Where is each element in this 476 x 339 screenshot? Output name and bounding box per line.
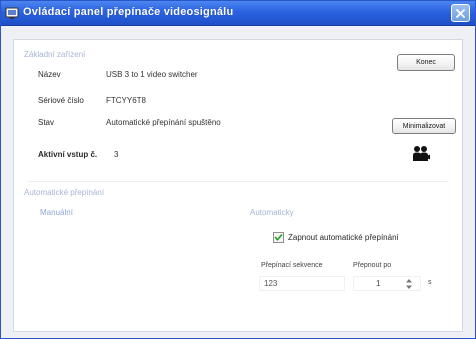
status-label: Stav <box>38 118 55 127</box>
interval-value: 1 <box>376 279 381 288</box>
sequence-label: Přepínací sekvence <box>261 262 323 269</box>
interval-stepper[interactable]: 1 <box>353 276 421 291</box>
spin-arrows-icon[interactable] <box>405 278 413 290</box>
auto-switch-checkbox[interactable] <box>273 232 284 243</box>
interval-label: Přepnout po <box>353 262 392 269</box>
switching-section-title: Automatické přepínání <box>24 188 105 197</box>
help-icon <box>456 8 465 18</box>
title-bar[interactable]: Ovládací panel přepínače videosignálu <box>1 1 475 26</box>
minimize-button[interactable]: Minimalizovat <box>392 118 456 134</box>
help-button[interactable] <box>451 4 470 22</box>
app-icon <box>5 7 19 19</box>
active-input-label: Aktivní vstup č. <box>38 150 98 159</box>
serial-label: Sériové číslo <box>38 96 84 105</box>
auto-switch-checkbox-label[interactable]: Zapnout automatické přepínání <box>288 233 399 242</box>
status-value: Automatické přepínání spuštěno <box>106 118 221 127</box>
main-panel: Základní zařízení Název USB 3 to 1 video… <box>13 39 463 332</box>
checkmark-icon <box>274 234 283 241</box>
name-value: USB 3 to 1 video switcher <box>106 70 198 79</box>
app-window: Ovládací panel přepínače videosignálu Zá… <box>0 0 476 339</box>
auto-switching-label: Automaticky <box>250 208 294 217</box>
serial-value: FTCYY6T8 <box>106 96 147 105</box>
basic-info-section-title: Základní zařízení <box>24 50 86 59</box>
exit-button[interactable]: Konec <box>397 54 455 71</box>
people-camera-icon <box>413 146 430 161</box>
section-divider <box>28 181 448 182</box>
interval-unit: s <box>428 279 432 286</box>
window-title: Ovládací panel přepínače videosignálu <box>23 6 234 18</box>
manual-switching-link[interactable]: Manuální <box>40 208 73 217</box>
sequence-input[interactable]: 123 <box>259 276 345 291</box>
active-input-value: 3 <box>114 150 119 159</box>
name-label: Název <box>38 70 61 79</box>
